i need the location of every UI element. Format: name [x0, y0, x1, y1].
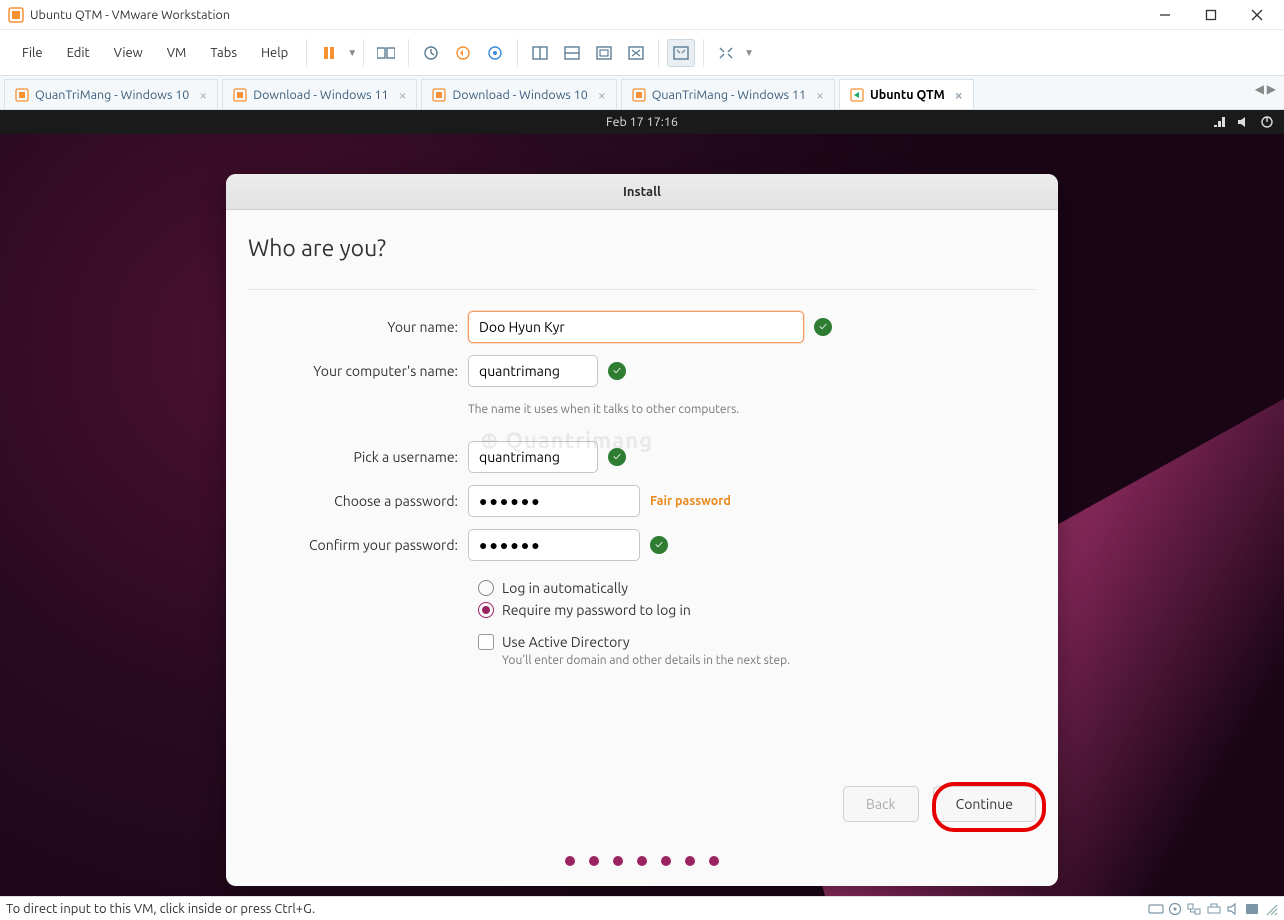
checkbox-active-directory[interactable]: Use Active Directory — [478, 634, 1036, 650]
menu-help[interactable]: Help — [249, 40, 300, 66]
menu-edit[interactable]: Edit — [55, 40, 102, 66]
label-your-name: Your name: — [248, 319, 468, 335]
sb-printer-icon[interactable] — [1206, 902, 1222, 916]
tab-close-icon[interactable]: × — [816, 87, 824, 103]
install-dialog: Install Who are you? Your name: ✓ Your c… — [226, 174, 1058, 886]
sb-net-icon[interactable] — [1186, 902, 1202, 916]
vm-icon — [632, 88, 646, 102]
radio-require-password[interactable]: Require my password to log in — [478, 602, 1036, 618]
vm-tab[interactable]: QuanTriMang - Windows 10 × — [4, 79, 218, 109]
vm-tab-label: Download - Windows 11 — [253, 88, 388, 102]
tab-close-icon[interactable]: × — [598, 87, 606, 103]
ubuntu-top-bar: Feb 17 17:16 — [0, 110, 1284, 134]
window-close-button[interactable] — [1244, 2, 1270, 28]
pause-button[interactable] — [315, 39, 343, 67]
radio-label: Require my password to log in — [502, 602, 691, 618]
menu-view[interactable]: View — [102, 40, 155, 66]
confirm-password-input[interactable] — [468, 529, 640, 561]
snapshot-revert-button[interactable] — [449, 39, 477, 67]
your-name-input[interactable] — [468, 311, 804, 343]
username-input[interactable] — [468, 441, 598, 473]
check-icon: ✓ — [814, 318, 832, 336]
statusbar-hint: To direct input to this VM, click inside… — [6, 902, 315, 916]
radio-login-automatically[interactable]: Log in automatically — [478, 580, 1036, 596]
active-directory-help: You'll enter domain and other details in… — [502, 654, 790, 667]
label-username: Pick a username: — [248, 449, 468, 465]
dialog-title: Who are you? — [248, 236, 1036, 261]
password-strength-label: Fair password — [650, 494, 731, 508]
computer-name-help: The name it uses when it talks to other … — [468, 403, 739, 416]
view-console-button[interactable] — [622, 39, 650, 67]
password-input[interactable] — [468, 485, 640, 517]
vm-tabs-bar: QuanTriMang - Windows 10 × Download - Wi… — [0, 76, 1284, 110]
sb-hdd-icon[interactable] — [1148, 902, 1164, 916]
stretch-button[interactable] — [712, 39, 740, 67]
window-maximize-button[interactable] — [1198, 2, 1224, 28]
sb-cd-icon[interactable] — [1168, 902, 1182, 916]
window-title: Ubuntu QTM - VMware Workstation — [30, 8, 1152, 22]
sb-display-icon[interactable] — [1244, 902, 1260, 916]
check-icon: ✓ — [608, 448, 626, 466]
view-split-button[interactable] — [558, 39, 586, 67]
power-dropdown-icon[interactable]: ▼ — [347, 47, 357, 59]
tab-close-icon[interactable]: × — [199, 87, 207, 103]
snapshot-manage-button[interactable] — [481, 39, 509, 67]
vm-tab[interactable]: Download - Windows 10 × — [421, 79, 616, 109]
progress-dots — [565, 856, 719, 866]
power-icon[interactable] — [1260, 115, 1274, 129]
vm-display-area[interactable]: Feb 17 17:16 Install Who are you? Your n… — [0, 110, 1284, 904]
label-computer-name: Your computer's name: — [248, 363, 468, 379]
volume-icon[interactable] — [1236, 115, 1250, 129]
snapshot-take-button[interactable] — [417, 39, 445, 67]
tab-close-icon[interactable]: × — [399, 87, 407, 103]
vm-icon — [432, 88, 446, 102]
dialog-header: Install — [226, 174, 1058, 210]
network-icon[interactable] — [1212, 115, 1226, 129]
tab-nav-arrows[interactable]: ◀ ▶ — [1255, 82, 1276, 96]
vm-icon — [850, 88, 864, 102]
check-icon: ✓ — [608, 362, 626, 380]
stretch-dropdown-icon[interactable]: ▼ — [744, 47, 754, 59]
statusbar: To direct input to this VM, click inside… — [0, 896, 1284, 920]
vm-tab-active[interactable]: Ubuntu QTM × — [839, 79, 974, 109]
back-button[interactable]: Back — [843, 786, 919, 822]
menu-file[interactable]: File — [10, 40, 55, 66]
computer-name-input[interactable] — [468, 355, 598, 387]
menubar: File Edit View VM Tabs Help ▼ ▼ — [0, 30, 1284, 76]
label-confirm-password: Confirm your password: — [248, 537, 468, 553]
window-titlebar: Ubuntu QTM - VMware Workstation — [0, 0, 1284, 30]
vm-tab-label: Download - Windows 10 — [452, 88, 587, 102]
continue-button[interactable]: Continue — [933, 786, 1036, 822]
radio-icon — [478, 580, 494, 596]
menu-vm[interactable]: VM — [155, 40, 199, 66]
vm-tab-label: QuanTriMang - Windows 10 — [35, 88, 189, 102]
tab-close-icon[interactable]: × — [955, 87, 963, 103]
sb-resize-grip-icon[interactable] — [1264, 902, 1278, 916]
ubuntu-datetime[interactable]: Feb 17 17:16 — [606, 115, 678, 129]
send-ctrl-alt-del-button[interactable] — [372, 39, 400, 67]
checkbox-label: Use Active Directory — [502, 634, 630, 650]
vm-tab[interactable]: Download - Windows 11 × — [222, 79, 417, 109]
vm-tab-label: QuanTriMang - Windows 11 — [652, 88, 806, 102]
label-password: Choose a password: — [248, 493, 468, 509]
sb-sound-icon[interactable] — [1226, 902, 1240, 916]
checkbox-icon — [478, 634, 494, 650]
menu-tabs[interactable]: Tabs — [198, 40, 249, 66]
radio-label: Log in automatically — [502, 580, 628, 596]
vm-icon — [233, 88, 247, 102]
view-unity-button[interactable] — [590, 39, 618, 67]
radio-checked-icon — [478, 602, 494, 618]
fullscreen-button[interactable] — [667, 39, 695, 67]
vm-icon — [15, 88, 29, 102]
view-single-button[interactable] — [526, 39, 554, 67]
vm-tab-label: Ubuntu QTM — [870, 88, 945, 102]
check-icon: ✓ — [650, 536, 668, 554]
window-minimize-button[interactable] — [1152, 2, 1178, 28]
vmware-app-icon — [8, 7, 24, 23]
vm-tab[interactable]: QuanTriMang - Windows 11 × — [621, 79, 835, 109]
